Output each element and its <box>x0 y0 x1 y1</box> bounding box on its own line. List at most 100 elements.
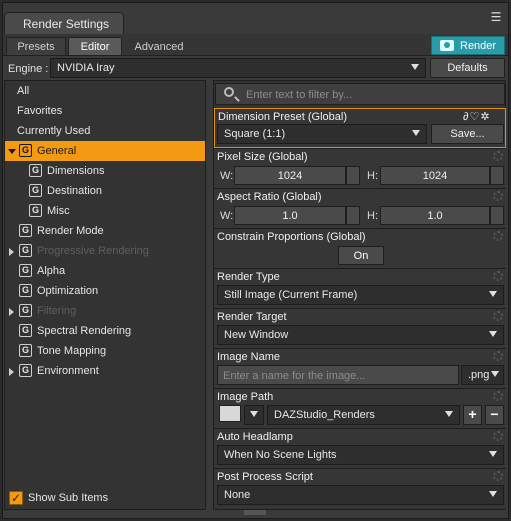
sidebar-item-optimization[interactable]: G Optimization <box>5 281 205 301</box>
render-button[interactable]: Render <box>431 36 505 55</box>
sidebar-item-tone-mapping[interactable]: G Tone Mapping <box>5 341 205 361</box>
sidebar-item-general[interactable]: G General <box>5 141 205 161</box>
auto-headlamp-dropdown[interactable]: When No Scene Lights <box>217 445 504 465</box>
sidebar-item-label: Currently Used <box>17 125 91 137</box>
prop-label: Image Name <box>217 351 280 363</box>
render-target-value: New Window <box>224 329 289 341</box>
post-process-dropdown[interactable]: None <box>217 485 504 505</box>
group-icon: G <box>19 284 32 297</box>
render-button-label: Render <box>460 40 497 52</box>
favorite-heart-icon[interactable]: ♡ <box>469 111 480 123</box>
aspect-width-field[interactable]: 1.0 <box>234 206 346 225</box>
gear-icon[interactable] <box>493 351 503 361</box>
sidebar-item-spectral-rendering[interactable]: G Spectral Rendering <box>5 321 205 341</box>
group-icon: G <box>29 204 42 217</box>
image-name-input[interactable]: Enter a name for the image... <box>217 365 459 385</box>
width-label: W: <box>220 210 234 222</box>
sidebar-item-currently-used[interactable]: Currently Used <box>5 121 205 141</box>
sidebar-item-misc[interactable]: G Misc <box>5 201 205 221</box>
engine-value: NVIDIA Iray <box>57 62 115 74</box>
chevron-down-icon <box>250 411 258 417</box>
gear-icon[interactable] <box>493 151 503 161</box>
tab-presets[interactable]: Presets <box>6 37 66 55</box>
gear-icon[interactable]: ✲ <box>480 111 490 123</box>
group-icon: G <box>19 304 32 317</box>
chevron-down-icon <box>412 130 420 136</box>
remove-path-button[interactable]: − <box>485 405 504 425</box>
sidebar-item-label: Destination <box>47 185 103 197</box>
sidebar-item-label: Environment <box>37 365 99 377</box>
tab-advanced-label: Advanced <box>134 41 184 53</box>
gear-icon[interactable] <box>493 231 503 241</box>
sidebar-item-alpha[interactable]: G Alpha <box>5 261 205 281</box>
path-history-dropdown[interactable] <box>244 405 264 425</box>
sidebar-item-all[interactable]: All <box>5 81 205 101</box>
resize-handle[interactable] <box>244 510 266 515</box>
group-icon: G <box>29 184 42 197</box>
sidebar-item-favorites[interactable]: Favorites <box>5 101 205 121</box>
tab-advanced[interactable]: Advanced <box>126 37 192 55</box>
aspect-width-stepper[interactable] <box>346 206 360 225</box>
pixel-height-field[interactable]: 1024 <box>380 166 490 185</box>
sidebar-item-progressive-rendering[interactable]: G Progressive Rendering <box>5 241 205 261</box>
pixel-width-field[interactable]: 1024 <box>234 166 346 185</box>
sidebar-item-destination[interactable]: G Destination <box>5 181 205 201</box>
chevron-down-icon <box>489 451 497 457</box>
sidebar-item-filtering[interactable]: G Filtering <box>5 301 205 321</box>
pixel-height-stepper[interactable] <box>490 166 504 185</box>
gear-icon[interactable] <box>493 191 503 201</box>
chevron-down-icon <box>411 64 419 70</box>
prop-label: Auto Headlamp <box>217 431 293 443</box>
defaults-button[interactable]: Defaults <box>430 58 505 78</box>
sidebar-item-label: All <box>17 85 30 97</box>
sidebar-item-label: Tone Mapping <box>37 345 107 357</box>
pixel-width-stepper[interactable] <box>346 166 360 185</box>
prop-label: Image Path <box>217 391 274 403</box>
pane-title-tab[interactable]: Render Settings <box>4 12 124 34</box>
aspect-height-stepper[interactable] <box>490 206 504 225</box>
gear-icon[interactable] <box>493 271 503 281</box>
gear-icon[interactable] <box>493 471 503 481</box>
group-icon: G <box>19 224 32 237</box>
filter-placeholder: Enter text to filter by... <box>246 89 353 101</box>
aspect-height-field[interactable]: 1.0 <box>380 206 490 225</box>
auto-headlamp-value: When No Scene Lights <box>224 449 337 461</box>
expand-arrow-icon[interactable] <box>9 308 14 316</box>
render-target-dropdown[interactable]: New Window <box>217 325 504 345</box>
image-path-value: DAZStudio_Renders <box>274 409 375 421</box>
chevron-down-icon <box>489 331 497 337</box>
group-icon: G <box>19 364 32 377</box>
save-preset-button[interactable]: Save... <box>431 124 504 144</box>
expand-arrow-icon[interactable] <box>8 149 16 154</box>
expand-arrow-icon[interactable] <box>9 248 14 256</box>
sidebar-item-label: Progressive Rendering <box>37 245 149 257</box>
render-type-dropdown[interactable]: Still Image (Current Frame) <box>217 285 504 305</box>
sidebar-item-label: General <box>37 145 77 157</box>
image-extension-dropdown[interactable]: .png <box>461 365 504 385</box>
filter-input[interactable]: Enter text to filter by... <box>215 83 505 105</box>
add-path-button[interactable]: + <box>463 405 482 425</box>
render-type-value: Still Image (Current Frame) <box>224 289 358 301</box>
dimension-preset-dropdown[interactable]: Square (1:1) <box>217 124 427 144</box>
engine-dropdown[interactable]: NVIDIA Iray <box>50 58 426 78</box>
tab-editor[interactable]: Editor <box>68 37 122 55</box>
browse-folder-icon[interactable] <box>219 405 241 422</box>
sidebar-item-dimensions[interactable]: G Dimensions <box>5 161 205 181</box>
gear-icon[interactable] <box>493 311 503 321</box>
pane-menu-icon[interactable]: ☰ <box>488 11 504 27</box>
chevron-down-icon <box>445 411 453 417</box>
sidebar-item-render-mode[interactable]: G Render Mode <box>5 221 205 241</box>
gear-icon[interactable] <box>493 391 503 401</box>
show-sub-items-checkbox[interactable]: ✓ <box>9 491 23 505</box>
constrain-toggle[interactable]: On <box>338 246 384 265</box>
image-path-dropdown[interactable]: DAZStudio_Renders <box>267 405 460 425</box>
sidebar-item-label: Alpha <box>37 265 66 277</box>
prop-label: Render Target <box>217 311 287 323</box>
gear-icon[interactable] <box>493 431 503 441</box>
expand-arrow-icon[interactable] <box>9 368 14 376</box>
post-process-value: None <box>224 489 251 501</box>
sidebar-item-environment[interactable]: G Environment <box>5 361 205 381</box>
sidebar-item-label: Optimization <box>37 285 99 297</box>
sidebar-item-label: Favorites <box>17 105 63 117</box>
height-label: H: <box>367 170 378 182</box>
